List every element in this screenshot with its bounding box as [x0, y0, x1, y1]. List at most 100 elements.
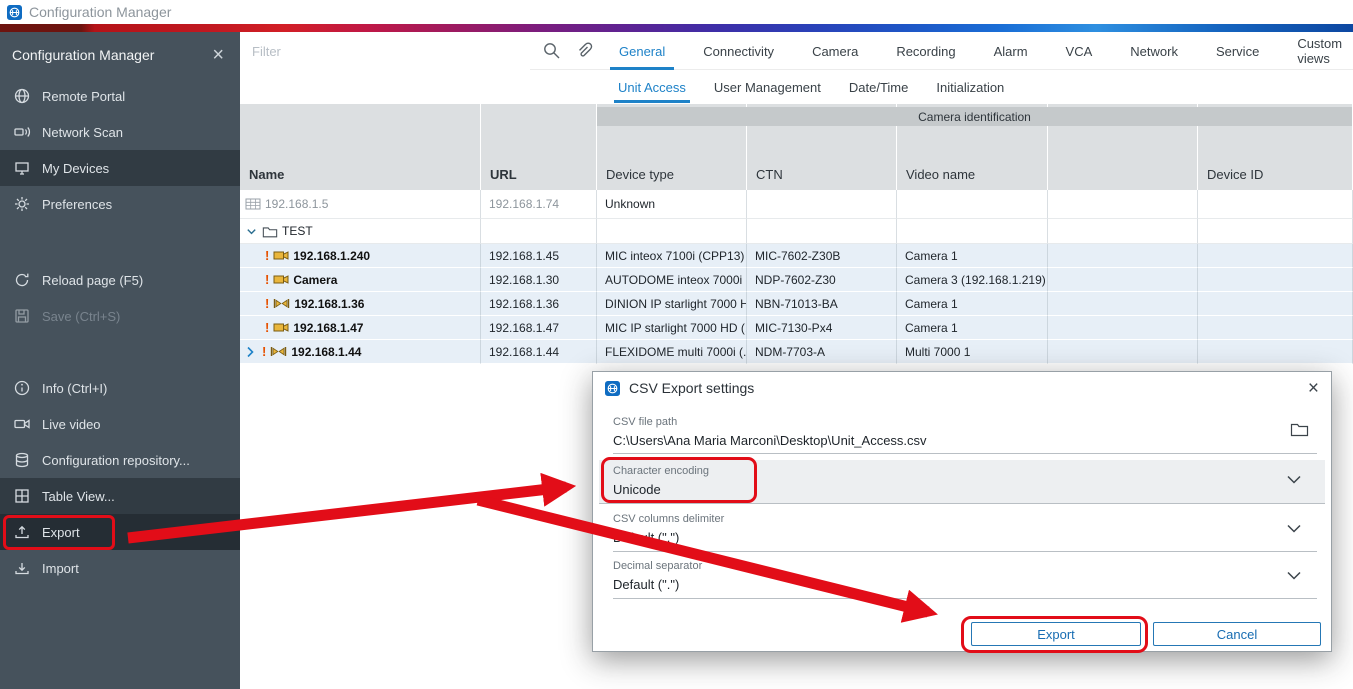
cell-url: 192.168.1.44	[481, 340, 597, 364]
cell-device-id	[1198, 244, 1353, 268]
sidebar-item-label: Live video	[42, 417, 101, 432]
close-icon[interactable]: ×	[212, 45, 224, 65]
sidebar-item-preferences[interactable]: Preferences	[0, 186, 240, 222]
export-button[interactable]: Export	[971, 622, 1141, 646]
field-divider	[613, 551, 1317, 552]
cell-video-name	[897, 219, 1048, 244]
sidebar-item-import[interactable]: Import	[0, 550, 240, 586]
table-row[interactable]: ! 192.168.1.240 192.168.1.45 MIC inteox …	[240, 244, 1353, 268]
collapse-chevron-icon[interactable]	[245, 225, 258, 238]
window-title: Configuration Manager	[29, 4, 171, 20]
brand-stripe	[0, 24, 1353, 32]
sidebar-item-export[interactable]: Export	[0, 514, 240, 550]
subtab-date-time[interactable]: Date/Time	[835, 70, 922, 104]
csv-file-path-label: CSV file path	[613, 416, 677, 428]
csv-export-dialog: CSV Export settings × CSV file path C:\U…	[592, 371, 1332, 652]
device-table: Camera identification Name URL Device ty…	[240, 104, 1353, 364]
close-icon[interactable]: ×	[1308, 379, 1319, 398]
tab-network[interactable]: Network	[1111, 32, 1197, 70]
sidebar-item-live-video[interactable]: Live video	[0, 406, 240, 442]
sidebar-item-reload-page[interactable]: Reload page (F5)	[0, 262, 240, 298]
sidebar-item-network-scan[interactable]: Network Scan	[0, 114, 240, 150]
table-row[interactable]: ! 192.168.1.44 192.168.1.44 FLEXIDOME mu…	[240, 340, 1353, 364]
video-camera-icon	[13, 415, 31, 433]
sub-tab-bar: Unit Access User Management Date/Time In…	[240, 70, 1353, 104]
cell-device-id	[1198, 292, 1353, 316]
camera-device-icon	[273, 250, 289, 261]
cell-empty	[1048, 340, 1198, 364]
tab-recording[interactable]: Recording	[877, 32, 974, 70]
column-header-name[interactable]: Name	[240, 104, 481, 190]
filter-input[interactable]	[240, 32, 530, 70]
table-row[interactable]: 192.168.1.5 192.168.1.74 Unknown	[240, 190, 1353, 219]
paperclip-icon[interactable]	[574, 41, 594, 61]
sidebar-item-my-devices[interactable]: My Devices	[0, 150, 240, 186]
bosch-app-icon	[7, 5, 22, 20]
cell-name: ! 192.168.1.47	[240, 316, 481, 340]
table-body: 192.168.1.5 192.168.1.74 Unknown TEST	[240, 190, 1353, 364]
cell-name: ! 192.168.1.240	[240, 244, 481, 268]
tab-camera[interactable]: Camera	[793, 32, 877, 70]
subtab-unit-access[interactable]: Unit Access	[604, 70, 700, 104]
cell-empty	[1048, 268, 1198, 292]
subtab-initialization[interactable]: Initialization	[922, 70, 1018, 104]
cell-device-id	[1198, 190, 1353, 219]
chevron-down-icon[interactable]	[1287, 524, 1301, 533]
sidebar-item-remote-portal[interactable]: Remote Portal	[0, 78, 240, 114]
decimal-separator-value[interactable]: Default (".")	[613, 577, 679, 592]
sidebar-header: Configuration Manager ×	[0, 32, 240, 78]
tab-label: Connectivity	[703, 44, 774, 59]
table-row-folder[interactable]: TEST	[240, 219, 1353, 244]
cancel-button[interactable]: Cancel	[1153, 622, 1321, 646]
tab-general[interactable]: General	[600, 32, 684, 70]
sidebar-item-label: Table View...	[42, 489, 115, 504]
folder-browse-icon[interactable]	[1290, 422, 1309, 437]
sidebar-item-label: Remote Portal	[42, 89, 125, 104]
tab-connectivity[interactable]: Connectivity	[684, 32, 793, 70]
sidebar-item-label: Export	[42, 525, 80, 540]
app-window: Configuration Manager Configuration Mana…	[0, 0, 1353, 689]
gear-icon	[13, 195, 31, 213]
info-icon	[13, 379, 31, 397]
repository-icon	[13, 451, 31, 469]
tab-custom-views[interactable]: Custom views	[1278, 32, 1353, 70]
sidebar-item-configuration-repository[interactable]: Configuration repository...	[0, 442, 240, 478]
table-row[interactable]: ! 192.168.1.36 192.168.1.36 DINION IP st…	[240, 292, 1353, 316]
chevron-down-icon[interactable]	[1287, 475, 1301, 484]
cell-device-id	[1198, 268, 1353, 292]
character-encoding-value[interactable]: Unicode	[613, 482, 661, 497]
csv-file-path-value[interactable]: C:\Users\Ana Maria Marconi\Desktop\Unit_…	[613, 433, 927, 448]
tab-vca[interactable]: VCA	[1047, 32, 1112, 70]
window-titlebar: Configuration Manager	[0, 0, 1353, 24]
csv-delimiter-value[interactable]: Default (",")	[613, 530, 679, 545]
top-toolbar: General Connectivity Camera Recording Al…	[240, 32, 1353, 70]
subtab-user-management[interactable]: User Management	[700, 70, 835, 104]
sidebar-item-table-view[interactable]: Table View...	[0, 478, 240, 514]
dialog-title: CSV Export settings	[629, 380, 754, 396]
tab-label: Recording	[896, 44, 955, 59]
folder-name: TEST	[282, 224, 313, 238]
chevron-down-icon[interactable]	[1287, 571, 1301, 580]
cell-device-id	[1198, 340, 1353, 364]
multi-camera-icon	[270, 346, 287, 357]
column-header-url[interactable]: URL	[481, 104, 597, 190]
tab-label: Alarm	[994, 44, 1028, 59]
warning-icon: !	[265, 296, 269, 311]
subtab-label: Date/Time	[849, 80, 908, 95]
character-encoding-label: Character encoding	[613, 465, 709, 477]
sidebar-item-label: Configuration repository...	[42, 453, 190, 468]
table-row[interactable]: ! Camera 192.168.1.30 AUTODOME inteox 70…	[240, 268, 1353, 292]
warning-icon: !	[262, 344, 266, 359]
tab-alarm[interactable]: Alarm	[975, 32, 1047, 70]
cell-device-type: DINION IP starlight 7000 H...	[597, 292, 747, 316]
expand-chevron-icon[interactable]	[245, 346, 256, 358]
tab-service[interactable]: Service	[1197, 32, 1278, 70]
subtab-label: User Management	[714, 80, 821, 95]
search-icon[interactable]	[542, 41, 562, 61]
cell-ctn: MIC-7602-Z30B	[747, 244, 897, 268]
table-row[interactable]: ! 192.168.1.47 192.168.1.47 MIC IP starl…	[240, 316, 1353, 340]
cell-video-name	[897, 190, 1048, 219]
tab-label: Camera	[812, 44, 858, 59]
globe-icon	[13, 87, 31, 105]
sidebar-item-info[interactable]: Info (Ctrl+I)	[0, 370, 240, 406]
